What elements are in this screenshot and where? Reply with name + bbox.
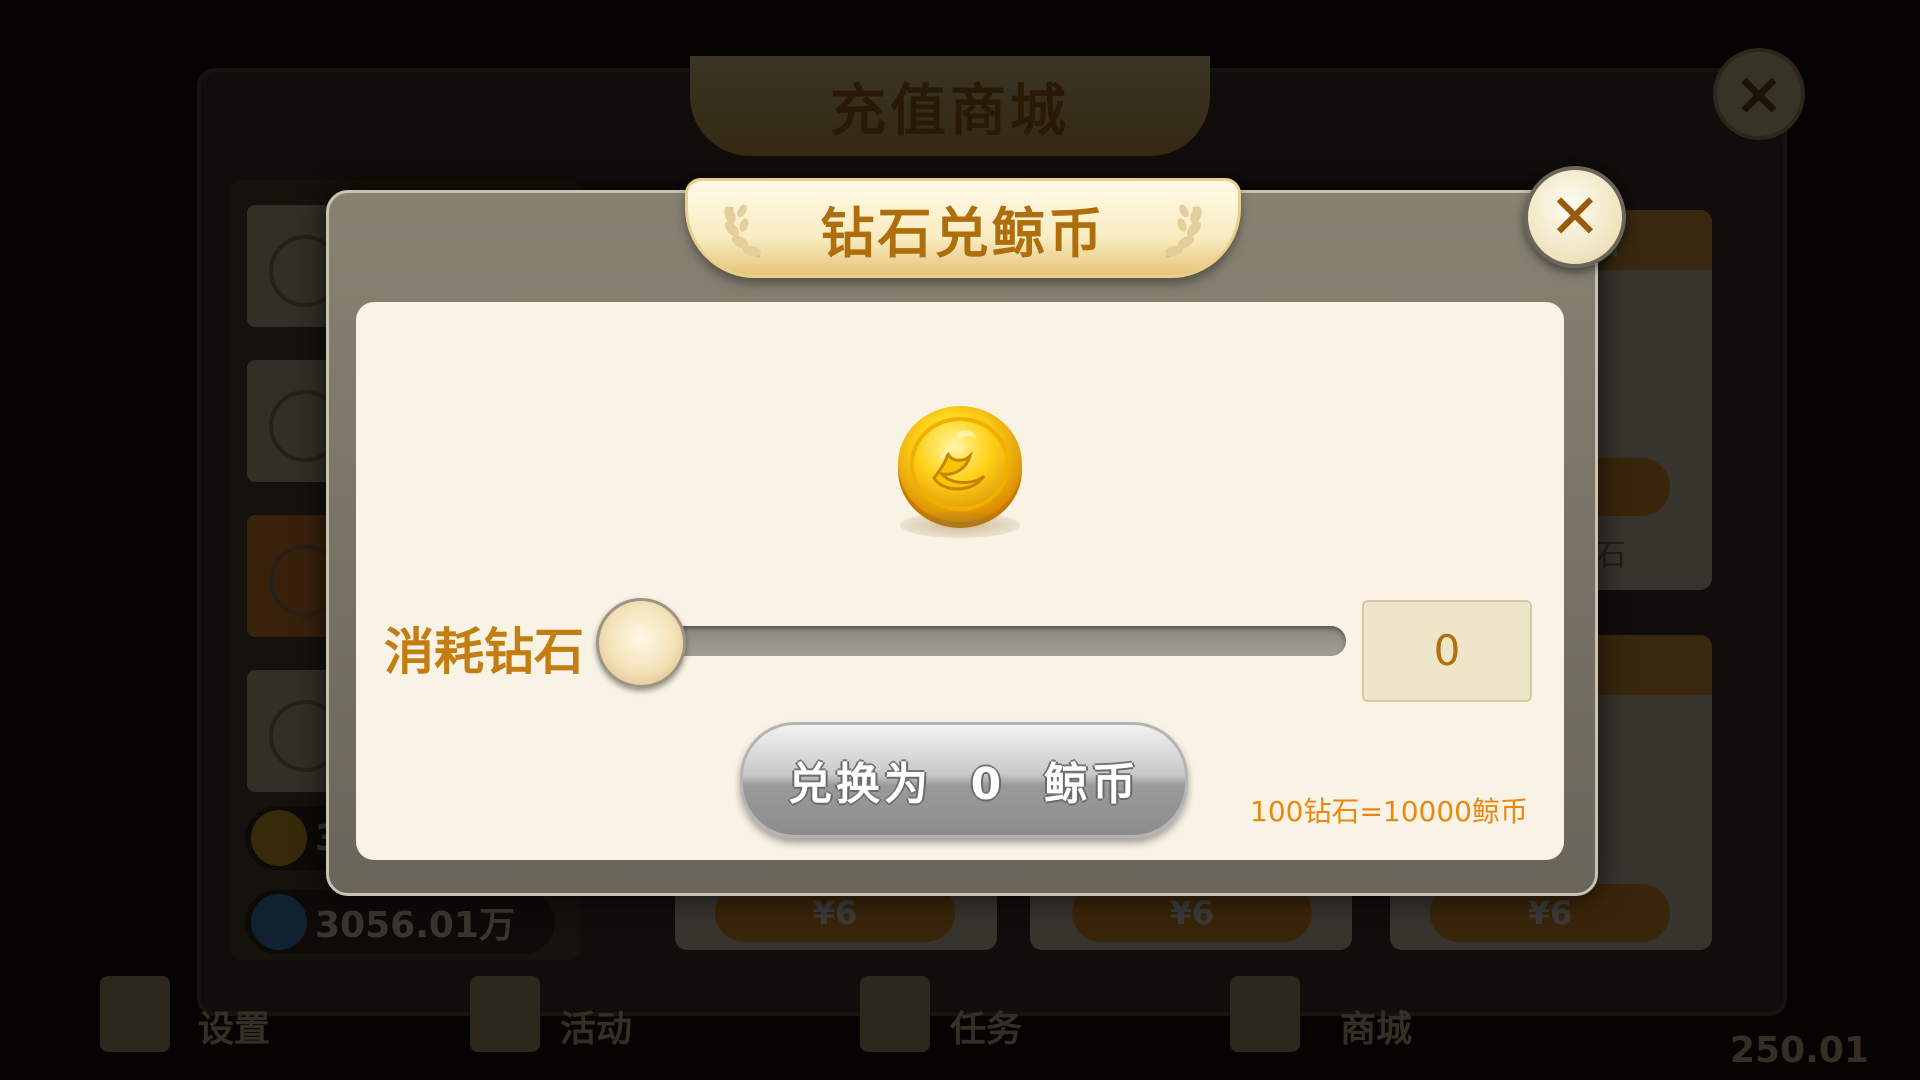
shop-close-icon: × — [1713, 48, 1805, 140]
exchange-button-label: 兑换为 0 鲸币 — [788, 759, 1140, 810]
shop-title: 充值商城 — [830, 78, 1070, 144]
coin-graphic — [898, 406, 1022, 528]
diamond-amount-input[interactable]: 0 — [1362, 600, 1532, 702]
exchange-rate-text: 100钻石=10000鲸币 — [1250, 795, 1528, 828]
coin-icon — [251, 810, 307, 866]
close-button[interactable]: ✕ — [1524, 166, 1626, 268]
consume-diamonds-label: 消耗钻石 — [384, 623, 584, 681]
diamond-icon — [251, 894, 307, 950]
whale-coin-icon — [890, 400, 1030, 550]
bottom-nav-item: 商城 — [1340, 1009, 1413, 1050]
dialog-title-plate: 钻石兑鲸币 — [685, 178, 1241, 278]
bottom-nav-item: 任务 — [950, 1009, 1023, 1050]
exchange-button[interactable]: 兑换为 0 鲸币 — [740, 722, 1188, 838]
task-icon — [860, 976, 930, 1052]
dialog-title: 钻石兑鲸币 — [820, 201, 1106, 265]
laurel-icon — [1165, 204, 1202, 259]
shop-icon — [1230, 976, 1300, 1052]
bottom-nav-item: 设置 — [198, 1009, 271, 1050]
diamond-amount-slider-track[interactable] — [630, 626, 1346, 656]
settings-icon — [100, 976, 170, 1052]
wallet-diamonds-value: 3056.01万 — [315, 905, 515, 946]
bottom-nav-item: 活动 — [560, 1009, 633, 1050]
shop-title-plate: 充值商城 — [690, 56, 1210, 156]
wallet-diamonds: 3056.01万 — [245, 890, 555, 954]
laurel-icon — [724, 204, 761, 259]
close-icon: ✕ — [1549, 180, 1601, 253]
activity-icon — [470, 976, 540, 1052]
diamond-amount-slider-thumb[interactable] — [596, 598, 686, 688]
coin-shadow — [900, 512, 1020, 538]
bottom-nav-item: 250.01 — [1730, 1030, 1869, 1071]
